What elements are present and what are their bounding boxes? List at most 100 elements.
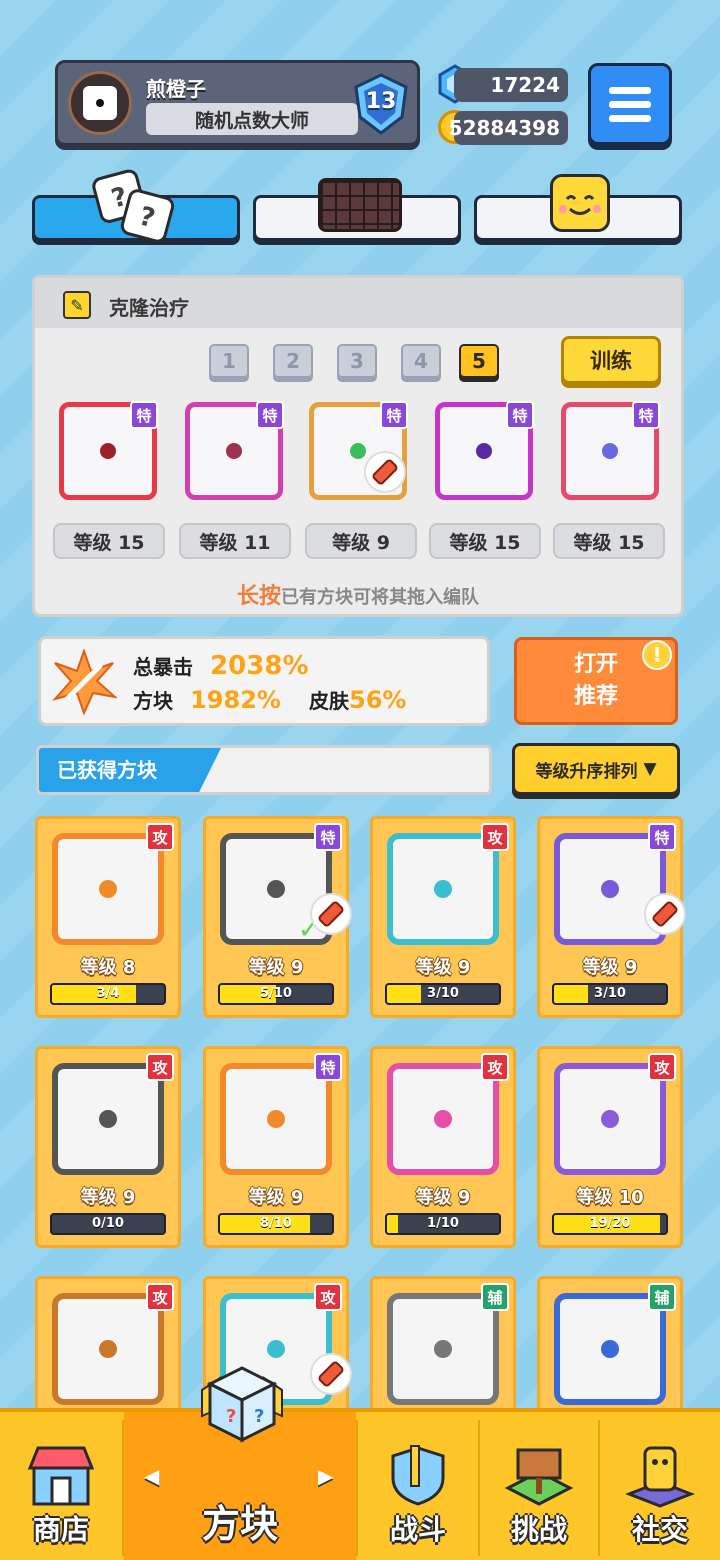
deck-slot-4[interactable]: 4 [401, 344, 441, 378]
progress-text: 3/10 [594, 986, 626, 1001]
block-card[interactable]: 攻等级 10 19/20 [537, 1046, 683, 1248]
signboard-icon [504, 1448, 574, 1506]
progress-text: 3/10 [427, 986, 459, 1001]
block-level: 等级 10 [576, 1187, 644, 1208]
block-card[interactable]: 攻等级 9 0/10 [35, 1046, 181, 1248]
train-button[interactable]: 训练 [561, 336, 661, 384]
nav-left-arrow[interactable]: ◀ [144, 1464, 159, 1488]
block-progress-bar: 3/10 [552, 983, 668, 1005]
coin-count: 52884398 [449, 111, 568, 145]
special-badge: 特 [632, 401, 660, 429]
nav-right-arrow[interactable]: ▶ [318, 1464, 333, 1488]
recommend-line2: 推荐 [573, 684, 618, 709]
shield-sword-icon [391, 1445, 445, 1506]
sort-button[interactable]: 等级升序排列 ▼ [512, 743, 680, 795]
deck-card[interactable]: 特 [309, 401, 408, 500]
eraser-icon[interactable] [364, 451, 406, 493]
nav-blocks-label: 方块 [201, 1502, 278, 1546]
menu-button[interactable] [588, 63, 672, 145]
deck-card[interactable]: 特 [561, 401, 660, 500]
type-badge: 特 [648, 823, 676, 851]
nav-battle-label: 战斗 [389, 1513, 446, 1546]
block-progress-bar: 5/10 [218, 983, 334, 1005]
progress-text: 5/10 [260, 986, 292, 1001]
deck-slot-1[interactable]: 1 [209, 344, 249, 378]
type-badge: 攻 [146, 1283, 174, 1311]
smiley-tab-icon [550, 174, 610, 232]
eraser-icon[interactable] [644, 893, 686, 935]
svg-text:?: ? [226, 1406, 236, 1427]
type-badge: 特 [314, 823, 342, 851]
block-level: 等级 9 [80, 1187, 136, 1208]
deck-name: 克隆治疗 [109, 296, 189, 320]
deck-card-level: 等级 9 [305, 523, 417, 559]
nav-social[interactable]: 社交 [600, 1412, 720, 1560]
block-level: 等级 9 [415, 1187, 471, 1208]
deck-card-level: 等级 11 [179, 523, 291, 559]
deck-slot-3[interactable]: 3 [337, 344, 377, 378]
block-card[interactable]: 特等级 9 3/10 [537, 816, 686, 1018]
eraser-icon[interactable] [310, 1353, 352, 1395]
profile-panel[interactable]: 煎橙子 随机点数大师 13 [55, 60, 420, 146]
block-card[interactable]: 特等级 9 8/10 [203, 1046, 349, 1248]
deck-card[interactable]: 特 [59, 401, 158, 500]
svg-text:?: ? [254, 1406, 264, 1427]
hint-text: 已有方块可将其拖入编队 [281, 587, 479, 608]
type-badge: 攻 [146, 1053, 174, 1081]
deck-card-level: 等级 15 [53, 523, 165, 559]
block-level: 等级 9 [248, 1187, 304, 1208]
skin-crit-label: 皮肤 [309, 689, 349, 713]
special-badge: 特 [130, 401, 158, 429]
bottom-nav: 商店 方块 战斗 挑战 社交 [0, 1408, 720, 1560]
nav-challenge[interactable]: 挑战 [480, 1412, 598, 1560]
block-crit-value: 1982% [190, 686, 281, 714]
deck-slot-5[interactable]: 5 [459, 344, 499, 378]
gem-count: 17224 [454, 68, 568, 102]
type-badge: 辅 [481, 1283, 509, 1311]
hint-highlight: 长按 [236, 584, 281, 609]
block-level: 等级 9 [582, 957, 638, 978]
block-progress-bar: 0/10 [50, 1213, 166, 1235]
progress-text: 0/10 [92, 1216, 124, 1231]
pencil-icon[interactable]: ✎ [63, 291, 91, 319]
type-badge: 辅 [648, 1283, 676, 1311]
special-badge: 特 [256, 401, 284, 429]
block-card[interactable]: 特等级 9 5/10 ✓ [203, 816, 352, 1018]
recommend-line1: 打开 [573, 652, 618, 677]
rank-number: 13 [365, 89, 397, 114]
total-crit-label: 总暴击 [133, 655, 193, 679]
crit-sword-icon [51, 647, 119, 716]
shop-icon [27, 1446, 95, 1506]
nav-shop-label: 商店 [32, 1513, 89, 1546]
character-icon [625, 1446, 695, 1508]
dice-avatar-icon[interactable] [68, 71, 132, 135]
block-card[interactable]: 攻等级 9 1/10 [370, 1046, 516, 1248]
block-progress-bar: 3/10 [385, 983, 501, 1005]
alert-icon: ! [642, 640, 672, 670]
deck-card[interactable]: 特 [185, 401, 284, 500]
block-progress-bar: 3/4 [50, 983, 166, 1005]
nav-social-label: 社交 [631, 1513, 688, 1546]
nav-battle[interactable]: 战斗 [358, 1412, 478, 1560]
total-crit-value: 2038% [210, 651, 309, 681]
deck-card-level: 等级 15 [553, 523, 665, 559]
player-title: 随机点数大师 [146, 103, 358, 135]
block-crit-label: 方块 [133, 689, 173, 713]
deck-card[interactable]: 特 [435, 401, 534, 500]
rank-shield-icon: 13 [350, 73, 412, 135]
owned-header: 已获得方块 [36, 745, 492, 795]
deck-slot-2[interactable]: 2 [273, 344, 313, 378]
progress-text: 8/10 [260, 1216, 292, 1231]
type-badge: 攻 [481, 1053, 509, 1081]
skin-crit-value: 56% [349, 686, 407, 714]
block-card[interactable]: 攻等级 8 3/4 [35, 816, 181, 1018]
type-badge: 攻 [314, 1283, 342, 1311]
block-level: 等级 9 [415, 957, 471, 978]
eraser-icon[interactable] [310, 893, 352, 935]
type-badge: 攻 [146, 823, 174, 851]
block-card[interactable]: 攻等级 9 3/10 [370, 816, 516, 1018]
progress-text: 3/4 [96, 986, 120, 1001]
progress-text: 19/20 [589, 1216, 631, 1231]
nav-shop[interactable]: 商店 [0, 1412, 122, 1560]
block-level: 等级 8 [80, 957, 136, 978]
